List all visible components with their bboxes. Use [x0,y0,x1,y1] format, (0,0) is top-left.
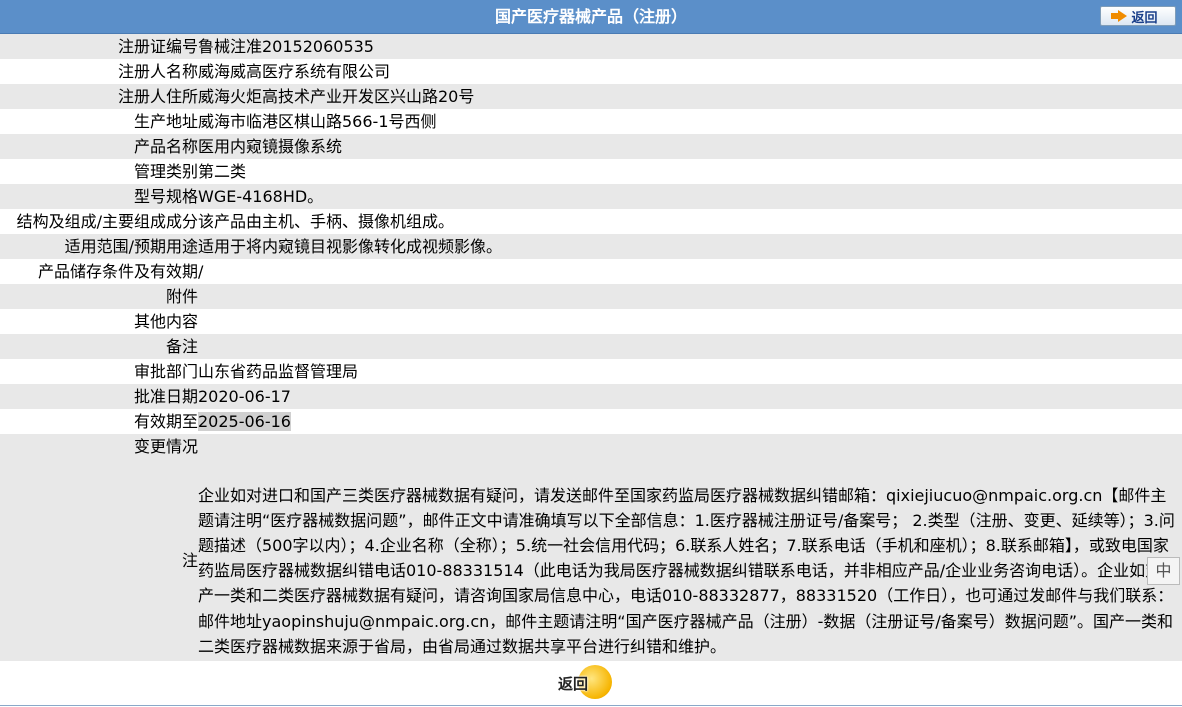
table-row: 结构及组成/主要组成成分 该产品由主机、手柄、摄像机组成。 [0,209,1182,234]
table-row: 变更情况 [0,434,1182,459]
table-row: 注册证编号 鲁械注准20152060535 [0,34,1182,59]
table-row: 生产地址 威海市临港区棋山路566-1号西侧 [0,109,1182,134]
back-button-bottom-label: 返回 [558,675,589,693]
table-row: 产品名称 医用内窥镜摄像系统 [0,134,1182,159]
expiry-date-highlight: 2025-06-16 [198,412,291,431]
field-label: 变更情况 [133,437,198,456]
field-value [198,334,1182,359]
field-label: 附件 [165,287,198,306]
field-label: 生产地址 [133,112,198,131]
field-value: / [198,262,204,281]
field-value: 适用于将内窥镜目视影像转化成视频影像。 [198,237,503,256]
field-value [198,309,1182,334]
field-label: 有效期至 [133,412,198,431]
field-value: WGE-4168HD。 [198,187,324,206]
table-row: 型号规格 WGE-4168HD。 [0,184,1182,209]
field-label: 注册人住所 [117,87,198,106]
note-label: 注 [181,550,198,570]
table-row: 其他内容 [0,309,1182,334]
field-label: 产品储存条件及有效期 [37,262,198,281]
field-value [198,284,1182,309]
ime-indicator[interactable]: 中 [1147,557,1180,585]
field-label: 适用范围/预期用途 [64,237,198,256]
table-row: 管理类别 第二类 [0,159,1182,184]
table-row: 备注 [0,334,1182,359]
table-row: 注册人名称 威海威高医疗系统有限公司 [0,59,1182,84]
field-value: 山东省药品监督管理局 [198,362,359,381]
back-button-bottom[interactable]: 返回 [556,665,618,701]
table-row: 有效期至 2025-06-16 [0,409,1182,434]
table-row-note: 注 企业如对进口和国产三类医疗器械数据有疑问，请发送邮件至国家药监局医疗器械数据… [0,459,1182,661]
table-row: 附件 [0,284,1182,309]
field-label: 其他内容 [133,312,198,331]
field-label: 型号规格 [133,187,198,206]
field-value: 该产品由主机、手柄、摄像机组成。 [198,212,455,231]
back-button-top[interactable]: 返回 [1100,6,1176,26]
table-row: 注册人住所 威海火炬高技术产业开发区兴山路20号 [0,84,1182,109]
field-value: 医用内窥镜摄像系统 [198,137,343,156]
field-value: 2020-06-17 [198,387,291,406]
back-button-top-label: 返回 [1131,10,1158,26]
field-value: 鲁械注准20152060535 [198,37,374,56]
field-label: 审批部门 [133,362,198,381]
field-value: 威海市临港区棋山路566-1号西侧 [198,112,437,131]
field-value [198,434,1182,459]
field-label: 管理类别 [133,162,198,181]
divider [0,705,1182,706]
table-row: 审批部门 山东省药品监督管理局 [0,359,1182,384]
page-title: 国产医疗器械产品（注册） [494,7,687,26]
field-label: 批准日期 [133,387,198,406]
field-value: 第二类 [198,162,247,181]
field-label: 备注 [165,337,198,356]
product-info-table: 注册证编号 鲁械注准20152060535 注册人名称 威海威高医疗系统有限公司 注… [0,34,1182,661]
note-text: 企业如对进口和国产三类医疗器械数据有疑问，请发送邮件至国家药监局医疗器械数据纠错… [198,485,1178,656]
field-value: 2025-06-16 [198,409,1182,434]
arrow-right-icon [1111,10,1128,22]
table-row: 批准日期 2020-06-17 [0,384,1182,409]
title-bar: 国产医疗器械产品（注册） 返回 [0,0,1182,34]
field-label: 注册人名称 [117,62,198,81]
field-label: 产品名称 [133,137,198,156]
table-row: 产品储存条件及有效期 / [0,259,1182,284]
field-value: 威海火炬高技术产业开发区兴山路20号 [198,87,475,106]
field-value: 威海威高医疗系统有限公司 [198,62,391,81]
field-label: 注册证编号 [117,37,198,56]
table-row: 适用范围/预期用途 适用于将内窥镜目视影像转化成视频影像。 [0,234,1182,259]
field-label: 结构及组成/主要组成成分 [16,212,198,231]
